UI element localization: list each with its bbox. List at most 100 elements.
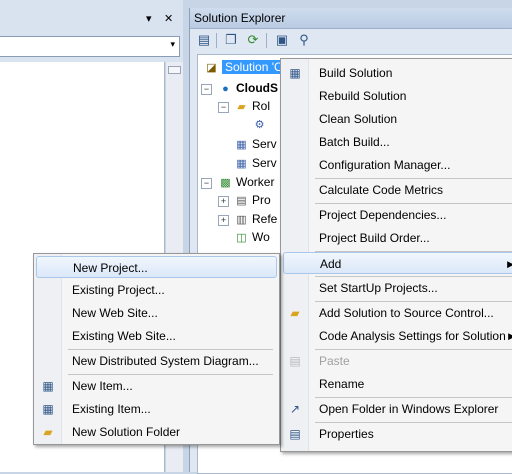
- menu-item-label: Batch Build...: [319, 135, 390, 149]
- role-icon: ⚙: [254, 118, 265, 131]
- menu-item-label: Existing Item...: [72, 402, 151, 416]
- menu-item-label: Add Solution to Source Control...: [319, 306, 494, 320]
- menu-item-label: New Web Site...: [72, 306, 158, 320]
- tree-item-cloud-service[interactable]: ● CloudS: [218, 79, 278, 97]
- menu-item-new-distributed-system-diagram[interactable]: New Distributed System Diagram...: [36, 350, 277, 372]
- properties-folder-icon: ▤: [236, 194, 247, 207]
- refresh-icon[interactable]: ⟳: [245, 32, 261, 48]
- config-file-icon: ▦: [236, 138, 247, 151]
- show-all-files-icon[interactable]: ❐: [223, 32, 239, 48]
- submenu-arrow-icon: ▶: [507, 259, 512, 269]
- pin-dropdown-icon[interactable]: ▾: [146, 12, 152, 26]
- open-folder-icon: ↗: [289, 402, 301, 416]
- menu-item-open-folder[interactable]: ↗ Open Folder in Windows Explorer: [283, 398, 512, 420]
- add-submenu: New Project... Existing Project... New W…: [33, 253, 280, 445]
- menu-item-label: Properties: [319, 427, 374, 441]
- menu-item-label: Rebuild Solution: [319, 89, 407, 103]
- toolbar-separator: [216, 33, 217, 48]
- view-code-icon[interactable]: ▣: [274, 32, 290, 48]
- menu-item-label: Clean Solution: [319, 112, 398, 126]
- menu-item-label: New Item...: [72, 379, 133, 393]
- solution-explorer-titlebar: Solution Explorer: [190, 8, 512, 29]
- properties-toolbar-icon[interactable]: ▤: [196, 32, 212, 48]
- menu-item-label: Calculate Code Metrics: [319, 183, 444, 197]
- menu-item-project-dependencies[interactable]: Project Dependencies...: [283, 204, 512, 226]
- new-item-icon: ▦: [42, 379, 54, 393]
- menu-item-code-analysis-settings[interactable]: Code Analysis Settings for Solution ▶: [283, 325, 512, 347]
- chevron-down-icon[interactable]: ▾: [170, 39, 175, 50]
- tree-item-label: CloudS: [236, 81, 278, 95]
- menu-item-label: Paste: [319, 354, 350, 368]
- menu-item-rebuild-solution[interactable]: Rebuild Solution: [283, 85, 512, 107]
- tree-item-worker-role-file[interactable]: ◫ Wo: [234, 228, 270, 246]
- menu-item-properties[interactable]: ▤ Properties: [283, 423, 512, 445]
- menu-item-label: New Distributed System Diagram...: [72, 354, 259, 368]
- collapse-icon[interactable]: −: [218, 102, 229, 113]
- solution-icon: ◪: [206, 61, 217, 74]
- tree-item-roles[interactable]: ▰ Rol: [234, 97, 270, 115]
- collapse-icon[interactable]: −: [201, 84, 212, 95]
- menu-item-existing-project[interactable]: Existing Project...: [36, 279, 277, 301]
- menu-item-label: Rename: [319, 377, 365, 391]
- menu-item-batch-build[interactable]: Batch Build...: [283, 131, 512, 153]
- close-icon[interactable]: ✕: [164, 12, 173, 26]
- menu-item-label: Project Dependencies...: [319, 208, 447, 222]
- menu-item-existing-web-site[interactable]: Existing Web Site...: [36, 325, 277, 347]
- collapse-icon[interactable]: −: [201, 178, 212, 189]
- menu-item-new-solution-folder[interactable]: ▰ New Solution Folder: [36, 421, 277, 443]
- tree-item-label: Serv: [252, 137, 277, 151]
- menu-item-new-item[interactable]: ▦ New Item...: [36, 375, 277, 397]
- menu-item-configuration-manager[interactable]: Configuration Manager...: [283, 154, 512, 176]
- solution-explorer-title: Solution Explorer: [194, 11, 286, 25]
- menu-item-label: New Solution Folder: [72, 425, 181, 439]
- menu-item-label: Add: [320, 257, 342, 271]
- folder-icon: ▰: [237, 100, 246, 113]
- menu-item-label: Existing Web Site...: [72, 329, 176, 343]
- menu-item-calculate-code-metrics[interactable]: Calculate Code Metrics: [283, 179, 512, 201]
- menu-item-add-to-source-control[interactable]: ▰ Add Solution to Source Control...: [283, 302, 512, 324]
- menu-item-clean-solution[interactable]: Clean Solution: [283, 108, 512, 130]
- menu-item-label: Configuration Manager...: [319, 158, 451, 172]
- tree-item-service-configuration[interactable]: ▦ Serv: [234, 154, 277, 172]
- menu-item-label: Project Build Order...: [319, 231, 430, 245]
- tree-item-role[interactable]: ⚙: [252, 115, 270, 133]
- left-panel-header: ▾ ✕: [0, 8, 183, 30]
- menu-item-paste[interactable]: ▤ Paste: [283, 350, 512, 372]
- tree-item-label: Serv: [252, 156, 277, 170]
- menu-item-label: Set StartUp Projects...: [319, 281, 438, 295]
- tree-item-references[interactable]: ▥ Refe: [234, 210, 277, 228]
- tree-item-label: Refe: [252, 212, 278, 226]
- menu-item-existing-item[interactable]: ▦ Existing Item...: [36, 398, 277, 420]
- tree-item-properties[interactable]: ▤ Pro: [234, 191, 270, 209]
- menu-item-new-web-site[interactable]: New Web Site...: [36, 302, 277, 324]
- menu-item-add[interactable]: Add ▶: [283, 252, 512, 274]
- expand-icon[interactable]: +: [218, 196, 229, 207]
- existing-item-icon: ▦: [42, 402, 54, 416]
- left-panel-dropdown[interactable]: ▾: [0, 36, 180, 57]
- scroll-up-arrow[interactable]: [168, 66, 181, 74]
- menu-item-rename[interactable]: Rename: [283, 373, 512, 395]
- toolbar-separator: [266, 33, 267, 48]
- tree-item-worker-project[interactable]: ▩ Worker: [218, 173, 274, 191]
- expand-icon[interactable]: +: [218, 215, 229, 226]
- paste-icon: ▤: [289, 354, 301, 368]
- submenu-arrow-icon: ▶: [508, 331, 512, 341]
- folder-add-icon: ▰: [290, 306, 300, 320]
- tree-item-label: Worker: [236, 175, 275, 189]
- menu-item-project-build-order[interactable]: Project Build Order...: [283, 227, 512, 249]
- tree-item-label: Rol: [252, 99, 271, 113]
- properties-icon: ▤: [289, 427, 301, 441]
- menu-item-set-startup-projects[interactable]: Set StartUp Projects...: [283, 277, 512, 299]
- menu-item-label: Open Folder in Windows Explorer: [319, 402, 499, 416]
- solution-explorer-toolbar: ▤ ❐ ⟳ ▣ ⚲: [190, 29, 512, 53]
- menu-item-label: Build Solution: [319, 66, 393, 80]
- tree-item-label: Wo: [252, 230, 270, 244]
- menu-item-build-solution[interactable]: ▦ Build Solution: [283, 62, 512, 84]
- class-diagram-icon[interactable]: ⚲: [296, 32, 312, 48]
- references-icon: ▥: [236, 213, 247, 226]
- menu-item-new-project[interactable]: New Project...: [36, 256, 277, 278]
- build-icon: ▦: [289, 66, 301, 80]
- tree-item-service-definition[interactable]: ▦ Serv: [234, 135, 277, 153]
- menu-item-label: Code Analysis Settings for Solution: [319, 329, 506, 343]
- solution-context-menu: ▦ Build Solution Rebuild Solution Clean …: [280, 58, 512, 452]
